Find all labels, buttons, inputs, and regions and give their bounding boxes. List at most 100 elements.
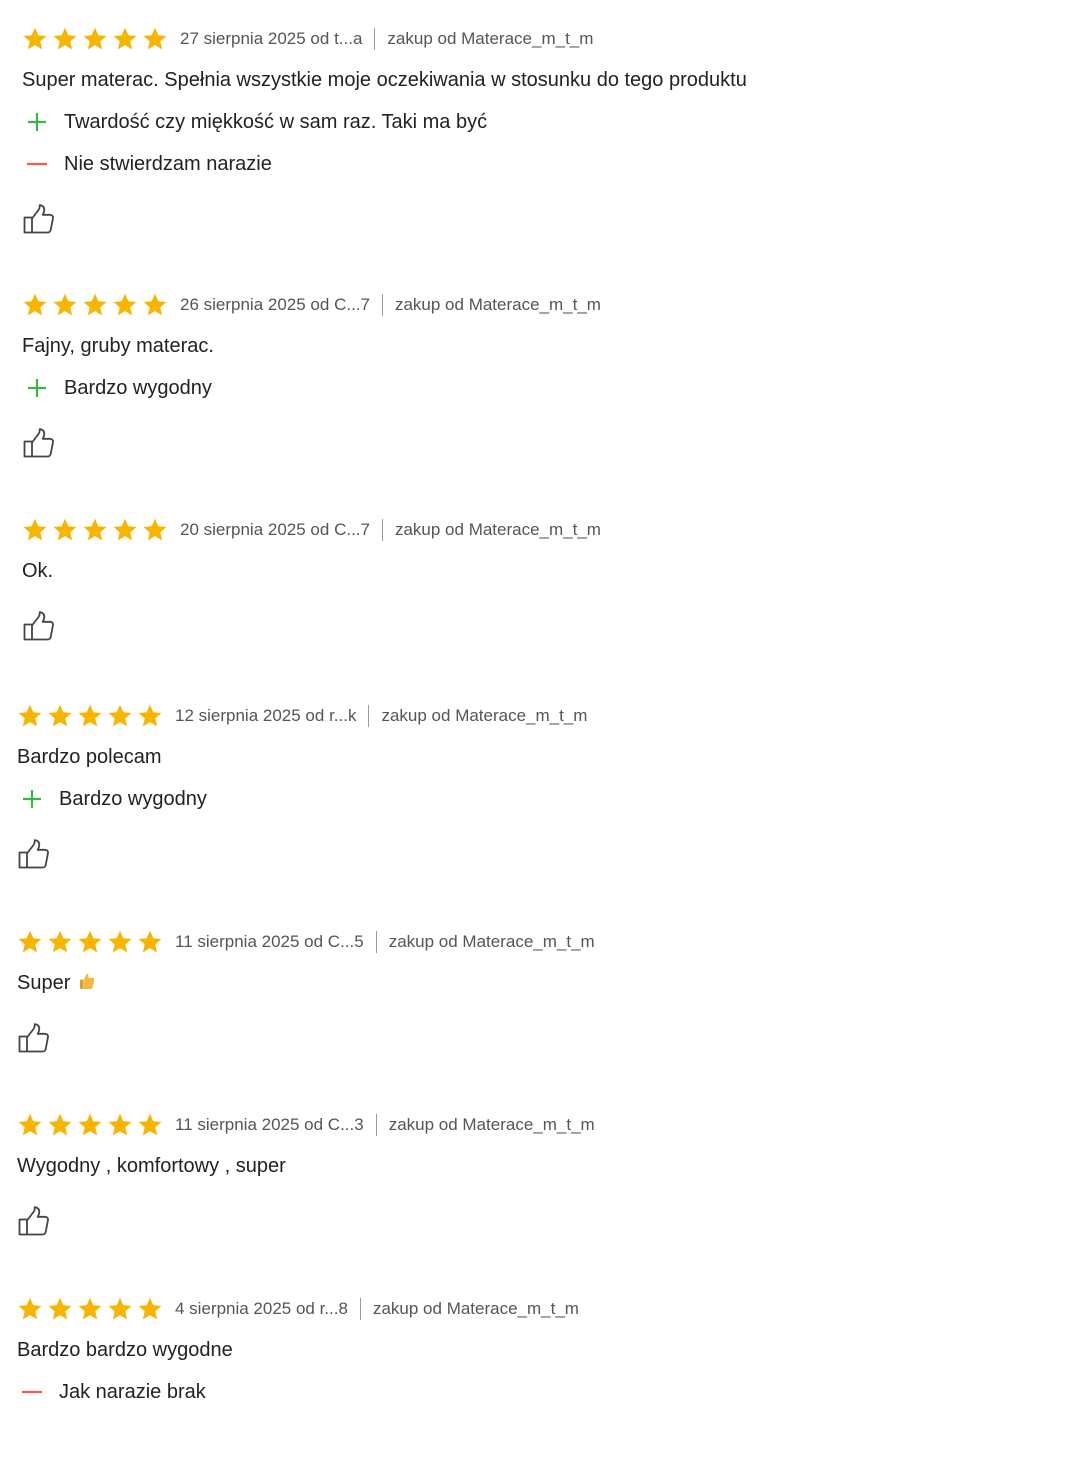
star-icon bbox=[107, 929, 133, 955]
review-date-author: 11 sierpnia 2025 od C...3 bbox=[175, 1115, 364, 1134]
review-item: 26 sierpnia 2025 od C...7 zakup od Mater… bbox=[22, 290, 1022, 459]
review-meta: 12 sierpnia 2025 od r...k zakup od Mater… bbox=[17, 701, 1017, 731]
star-icon bbox=[77, 929, 103, 955]
review-meta: 26 sierpnia 2025 od C...7 zakup od Mater… bbox=[22, 290, 1022, 320]
review-date-author: 26 sierpnia 2025 od C...7 bbox=[180, 295, 370, 314]
meta-divider bbox=[375, 1114, 377, 1136]
star-icon bbox=[77, 703, 103, 729]
review-date-author: 12 sierpnia 2025 od r...k bbox=[175, 706, 357, 725]
thumbs-up-icon[interactable] bbox=[17, 1022, 51, 1054]
star-icon bbox=[142, 26, 168, 52]
review-date-author: 27 sierpnia 2025 od t...a bbox=[180, 29, 363, 48]
review-text: Bardzo polecam bbox=[17, 746, 162, 768]
star-icon bbox=[47, 929, 73, 955]
star-icon bbox=[47, 703, 73, 729]
star-icon bbox=[107, 703, 133, 729]
review-seller: zakup od Materace_m_t_m bbox=[388, 932, 595, 951]
pros-text: Bardzo wygodny bbox=[59, 787, 207, 810]
star-icon bbox=[142, 517, 168, 543]
review-item: 11 sierpnia 2025 od C...5 zakup od Mater… bbox=[17, 927, 1017, 1054]
review-seller: zakup od Materace_m_t_m bbox=[381, 706, 588, 725]
plus-icon bbox=[21, 788, 43, 810]
review-meta: 27 sierpnia 2025 od t...a zakup od Mater… bbox=[22, 24, 1022, 54]
star-icon bbox=[137, 1112, 163, 1138]
meta-divider bbox=[368, 705, 370, 727]
review-item: 4 sierpnia 2025 od r...8 zakup od Matera… bbox=[17, 1294, 1017, 1407]
review-text: Super bbox=[17, 972, 71, 994]
review-pros: Bardzo wygodny bbox=[17, 784, 1017, 814]
star-icon bbox=[112, 292, 138, 318]
star-icon bbox=[17, 929, 43, 955]
thumbs-up-emoji-icon bbox=[80, 973, 95, 989]
star-icon bbox=[17, 703, 43, 729]
thumbs-up-icon[interactable] bbox=[22, 610, 56, 642]
thumbs-up-icon[interactable] bbox=[22, 203, 56, 235]
star-icon bbox=[82, 26, 108, 52]
star-icon bbox=[17, 1112, 43, 1138]
star-icon bbox=[22, 26, 48, 52]
star-icon bbox=[17, 1296, 43, 1322]
pros-text: Bardzo wygodny bbox=[64, 376, 212, 399]
review-text: Wygodny , komfortowy , super bbox=[17, 1155, 286, 1177]
meta-divider bbox=[381, 294, 383, 316]
review-meta: 11 sierpnia 2025 od C...5 zakup od Mater… bbox=[17, 927, 1017, 957]
review-seller: zakup od Materace_m_t_m bbox=[394, 295, 601, 314]
rating-stars bbox=[22, 26, 168, 52]
meta-divider bbox=[375, 931, 377, 953]
star-icon bbox=[137, 1296, 163, 1322]
review-meta: 20 sierpnia 2025 od C...7 zakup od Mater… bbox=[22, 515, 1022, 545]
review-text-line: Super bbox=[17, 968, 1017, 998]
rating-stars bbox=[17, 1112, 163, 1138]
minus-icon bbox=[26, 153, 48, 175]
meta-divider bbox=[381, 519, 383, 541]
review-date-author: 20 sierpnia 2025 od C...7 bbox=[180, 520, 370, 539]
thumbs-up-icon[interactable] bbox=[22, 427, 56, 459]
review-cons: Nie stwierdzam narazie bbox=[22, 149, 1022, 179]
review-seller: zakup od Materace_m_t_m bbox=[387, 29, 594, 48]
rating-stars bbox=[17, 703, 163, 729]
review-meta: 11 sierpnia 2025 od C...3 zakup od Mater… bbox=[17, 1110, 1017, 1140]
plus-icon bbox=[26, 377, 48, 399]
review-text: Ok. bbox=[22, 560, 54, 582]
review-seller: zakup od Materace_m_t_m bbox=[388, 1115, 595, 1134]
star-icon bbox=[52, 517, 78, 543]
star-icon bbox=[137, 703, 163, 729]
review-text: Fajny, gruby materac. bbox=[22, 335, 214, 357]
star-icon bbox=[107, 1112, 133, 1138]
review-pros: Twardość czy miękkość w sam raz. Taki ma… bbox=[22, 107, 1022, 137]
star-icon bbox=[112, 517, 138, 543]
rating-stars bbox=[22, 517, 168, 543]
cons-text: Jak narazie brak bbox=[59, 1380, 206, 1403]
star-icon bbox=[142, 292, 168, 318]
meta-divider bbox=[359, 1298, 361, 1320]
star-icon bbox=[47, 1296, 73, 1322]
star-icon bbox=[112, 26, 138, 52]
review-item: 11 sierpnia 2025 od C...3 zakup od Mater… bbox=[17, 1110, 1017, 1237]
star-icon bbox=[47, 1112, 73, 1138]
review-seller: zakup od Materace_m_t_m bbox=[394, 520, 601, 539]
review-cons: Jak narazie brak bbox=[17, 1377, 1017, 1407]
review-meta: 4 sierpnia 2025 od r...8 zakup od Matera… bbox=[17, 1294, 1017, 1324]
meta-divider bbox=[374, 28, 376, 50]
review-seller: zakup od Materace_m_t_m bbox=[372, 1299, 579, 1318]
review-item: 20 sierpnia 2025 od C...7 zakup od Mater… bbox=[22, 515, 1022, 642]
review-item: 12 sierpnia 2025 od r...k zakup od Mater… bbox=[17, 701, 1017, 870]
thumbs-up-icon[interactable] bbox=[17, 1205, 51, 1237]
review-text: Bardzo bardzo wygodne bbox=[17, 1339, 233, 1361]
star-icon bbox=[52, 26, 78, 52]
star-icon bbox=[77, 1296, 103, 1322]
review-date-author: 11 sierpnia 2025 od C...5 bbox=[175, 932, 364, 951]
star-icon bbox=[77, 1112, 103, 1138]
review-pros: Bardzo wygodny bbox=[22, 373, 1022, 403]
plus-icon bbox=[26, 111, 48, 133]
rating-stars bbox=[17, 929, 163, 955]
review-item: 27 sierpnia 2025 od t...a zakup od Mater… bbox=[22, 24, 1022, 235]
star-icon bbox=[82, 517, 108, 543]
thumbs-up-icon[interactable] bbox=[17, 838, 51, 870]
review-text: Super materac. Spełnia wszystkie moje oc… bbox=[22, 69, 747, 91]
star-icon bbox=[107, 1296, 133, 1322]
star-icon bbox=[22, 292, 48, 318]
review-date-author: 4 sierpnia 2025 od r...8 bbox=[175, 1299, 348, 1318]
star-icon bbox=[52, 292, 78, 318]
cons-text: Nie stwierdzam narazie bbox=[64, 152, 272, 175]
